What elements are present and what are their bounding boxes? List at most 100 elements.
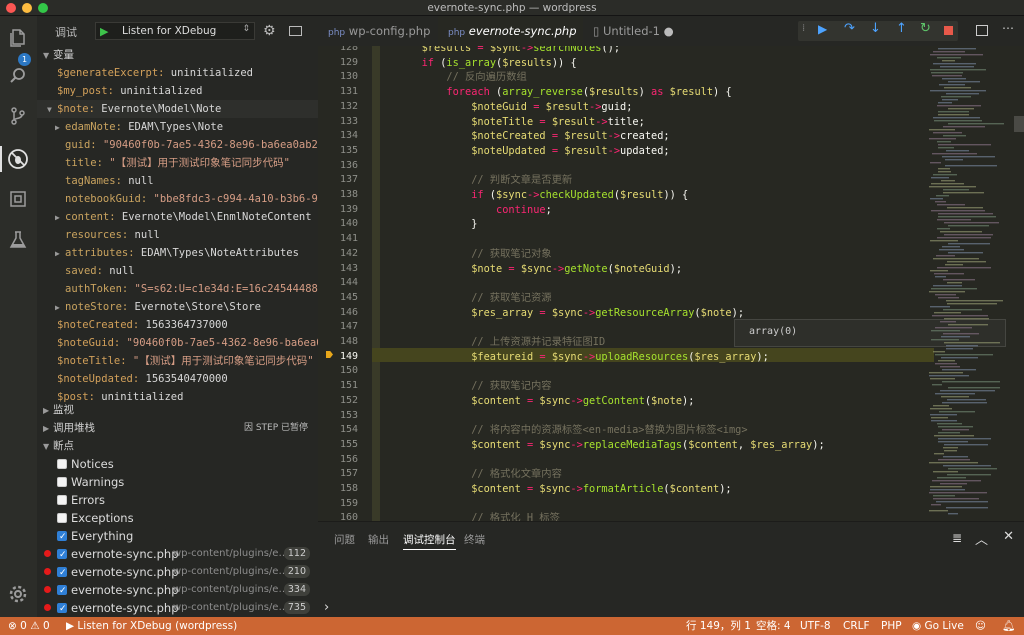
extensions-icon[interactable]	[7, 189, 29, 211]
breakpoint-item[interactable]: evernote-sync.phpwp-content/plugins/e…21…	[37, 563, 318, 582]
drag-handle-icon[interactable]: ⁞	[802, 23, 805, 34]
variable-row[interactable]: ▼ $note: Evernote\Model\Note	[37, 100, 318, 118]
variables-section-header[interactable]: ▼ 变量	[37, 46, 318, 64]
problems-status[interactable]: ⊗ 0 ⚠ 0	[8, 617, 50, 635]
debug-icon[interactable]	[7, 148, 29, 170]
checkbox[interactable]	[57, 582, 67, 600]
clear-console-icon[interactable]: ≣	[952, 531, 962, 545]
continue-icon[interactable]: ▶	[818, 22, 827, 36]
variable-row[interactable]: $noteGuid: "90460f0b-7ae5-4362-8e96-ba6e…	[37, 334, 318, 352]
breakpoint-filter-errors[interactable]: Errors	[37, 491, 318, 509]
maximize-window-button[interactable]	[38, 3, 48, 13]
line-ending[interactable]: CRLF	[843, 617, 870, 635]
breakpoint-filter-notices[interactable]: Notices	[37, 455, 318, 473]
variable-row[interactable]: $noteUpdated: 1563540470000	[37, 370, 318, 388]
tab-debug-console[interactable]: 调试控制台	[403, 532, 456, 550]
settings-gear-icon[interactable]	[7, 584, 29, 606]
step-into-icon[interactable]: ↓	[870, 21, 881, 36]
unsaved-dot-icon[interactable]: ●	[664, 24, 674, 38]
go-live-button[interactable]: ◉ Go Live	[912, 617, 964, 635]
expand-toggle-icon[interactable]: ▼	[47, 101, 57, 118]
tab-wp-config[interactable]: php wp-config.php	[318, 16, 438, 46]
checkbox[interactable]	[57, 495, 67, 505]
explorer-icon[interactable]	[7, 28, 29, 50]
variable-row[interactable]: resources: null	[37, 226, 318, 244]
variable-row[interactable]: $noteCreated: 1563364737000	[37, 316, 318, 334]
breakpoint-item[interactable]: evernote-sync.phpwp-content/plugins/e…33…	[37, 581, 318, 600]
breakpoint-item[interactable]: evernote-sync.phpwp-content/plugins/e…73…	[37, 599, 318, 617]
expand-toggle-icon[interactable]: ▶	[55, 245, 65, 262]
tab-terminal[interactable]: 终端	[464, 532, 485, 547]
notifications-bell-icon[interactable]: 🔔︎	[1002, 617, 1015, 635]
checkbox[interactable]	[57, 528, 67, 546]
cursor-position[interactable]: 行 149，列 1	[686, 617, 751, 635]
checkbox[interactable]	[57, 564, 67, 582]
breakpoint-filter-warnings[interactable]: Warnings	[37, 473, 318, 491]
variable-row[interactable]: saved: null	[37, 262, 318, 280]
breakpoint-filter-everything[interactable]: Everything	[37, 527, 318, 546]
expand-toggle-icon[interactable]: ▶	[55, 119, 65, 136]
checkbox[interactable]	[57, 459, 67, 469]
test-flask-icon[interactable]	[7, 230, 29, 252]
debug-console-icon[interactable]	[289, 26, 302, 36]
close-panel-icon[interactable]: ✕	[1003, 529, 1014, 544]
variable-row[interactable]: tagNames: null	[37, 172, 318, 190]
tab-output[interactable]: 输出	[368, 532, 389, 547]
variable-row[interactable]: ▶ attributes: EDAM\Types\NoteAttributes	[37, 244, 318, 262]
breakpoint-path: wp-content/plugins/e…	[173, 566, 289, 577]
restart-icon[interactable]: ↻	[920, 21, 931, 36]
tab-untitled[interactable]: ▯ Untitled-1 ●	[583, 16, 693, 46]
expand-toggle-icon[interactable]: ▶	[55, 209, 65, 226]
step-over-icon[interactable]: ↷	[844, 21, 855, 36]
step-out-icon[interactable]: ↑	[896, 21, 907, 36]
variable-row[interactable]: title: "【测试】用于测试印象笔记同步代码"	[37, 154, 318, 172]
variable-row[interactable]: notebookGuid: "bbe8fdc3-c994-4a10-b3b6-9…	[37, 190, 318, 208]
start-debug-icon[interactable]: ▶	[100, 25, 108, 38]
variable-row[interactable]: ▶ edamNote: EDAM\Types\Note	[37, 118, 318, 136]
breakpoint-filter-exceptions[interactable]: Exceptions	[37, 509, 318, 527]
indentation[interactable]: 空格: 4	[756, 617, 791, 635]
code-line: // 格式化文章内容	[471, 468, 562, 481]
debug-settings-gear-icon[interactable]: ⚙	[263, 23, 276, 39]
maximize-panel-icon[interactable]: ︿	[975, 529, 988, 548]
search-icon[interactable]	[7, 66, 29, 88]
minimap[interactable]	[929, 46, 1014, 521]
tab-problems[interactable]: 问题	[334, 532, 355, 547]
code-editor[interactable]: 128 $results = $sync->searchNotes(); 129 …	[318, 46, 1024, 521]
callstack-section-header[interactable]: ▶ 调用堆栈 因 STEP 已暂停	[37, 419, 318, 437]
close-window-button[interactable]	[6, 3, 16, 13]
variable-row[interactable]: $my_post: uninitialized	[37, 82, 318, 100]
variable-row[interactable]: authToken: "S=s62:U=c1e34d:E=16c24544488…	[37, 280, 318, 298]
tab-evernote-sync[interactable]: php evernote-sync.php	[438, 16, 583, 46]
debug-config-label: Listen for XDebug	[122, 25, 217, 37]
encoding[interactable]: UTF-8	[800, 617, 831, 635]
console-prompt[interactable]: ›	[324, 600, 329, 615]
variable-row[interactable]: guid: "90460f0b-7ae5-4362-8e96-ba6ea0ab2…	[37, 136, 318, 154]
expand-toggle-icon[interactable]: ▶	[55, 299, 65, 316]
variable-row[interactable]: $noteTitle: "【测试】用于测试印象笔记同步代码"	[37, 352, 318, 370]
minimize-window-button[interactable]	[22, 3, 32, 13]
variable-row[interactable]: ▶ noteStore: Evernote\Store\Store	[37, 298, 318, 316]
more-actions-icon[interactable]: ⋯	[1002, 21, 1014, 35]
watch-section-header[interactable]: ▶ 监视	[37, 401, 318, 419]
variable-row[interactable]: $generateExcerpt: uninitialized	[37, 64, 318, 82]
line-number: 158	[339, 483, 358, 494]
feedback-smiley-icon[interactable]: ☺	[975, 617, 986, 635]
debug-status[interactable]: ▶ Listen for XDebug (wordpress)	[66, 617, 237, 635]
checkbox[interactable]	[57, 477, 67, 487]
split-editor-icon[interactable]	[976, 25, 988, 36]
language-mode[interactable]: PHP	[881, 617, 902, 635]
editor-scrollbar[interactable]	[1014, 116, 1024, 132]
checkbox[interactable]	[57, 546, 67, 564]
breakpoint-dot-icon	[44, 568, 51, 575]
source-control-icon[interactable]	[7, 106, 29, 128]
code-line: $content = $sync->formatArticle($content…	[471, 483, 732, 495]
variable-value: Evernote\Model\EnmlNoteContent	[121, 211, 312, 223]
checkbox[interactable]	[57, 513, 67, 523]
debug-config-select[interactable]: ▶ Listen for XDebug ⇕	[95, 22, 255, 40]
checkbox[interactable]	[57, 600, 67, 617]
stop-icon[interactable]	[944, 26, 953, 35]
breakpoint-item[interactable]: evernote-sync.phpwp-content/plugins/e…11…	[37, 545, 318, 564]
breakpoints-section-header[interactable]: ▼ 断点	[37, 437, 318, 455]
variable-row[interactable]: ▶ content: Evernote\Model\EnmlNoteContent	[37, 208, 318, 226]
